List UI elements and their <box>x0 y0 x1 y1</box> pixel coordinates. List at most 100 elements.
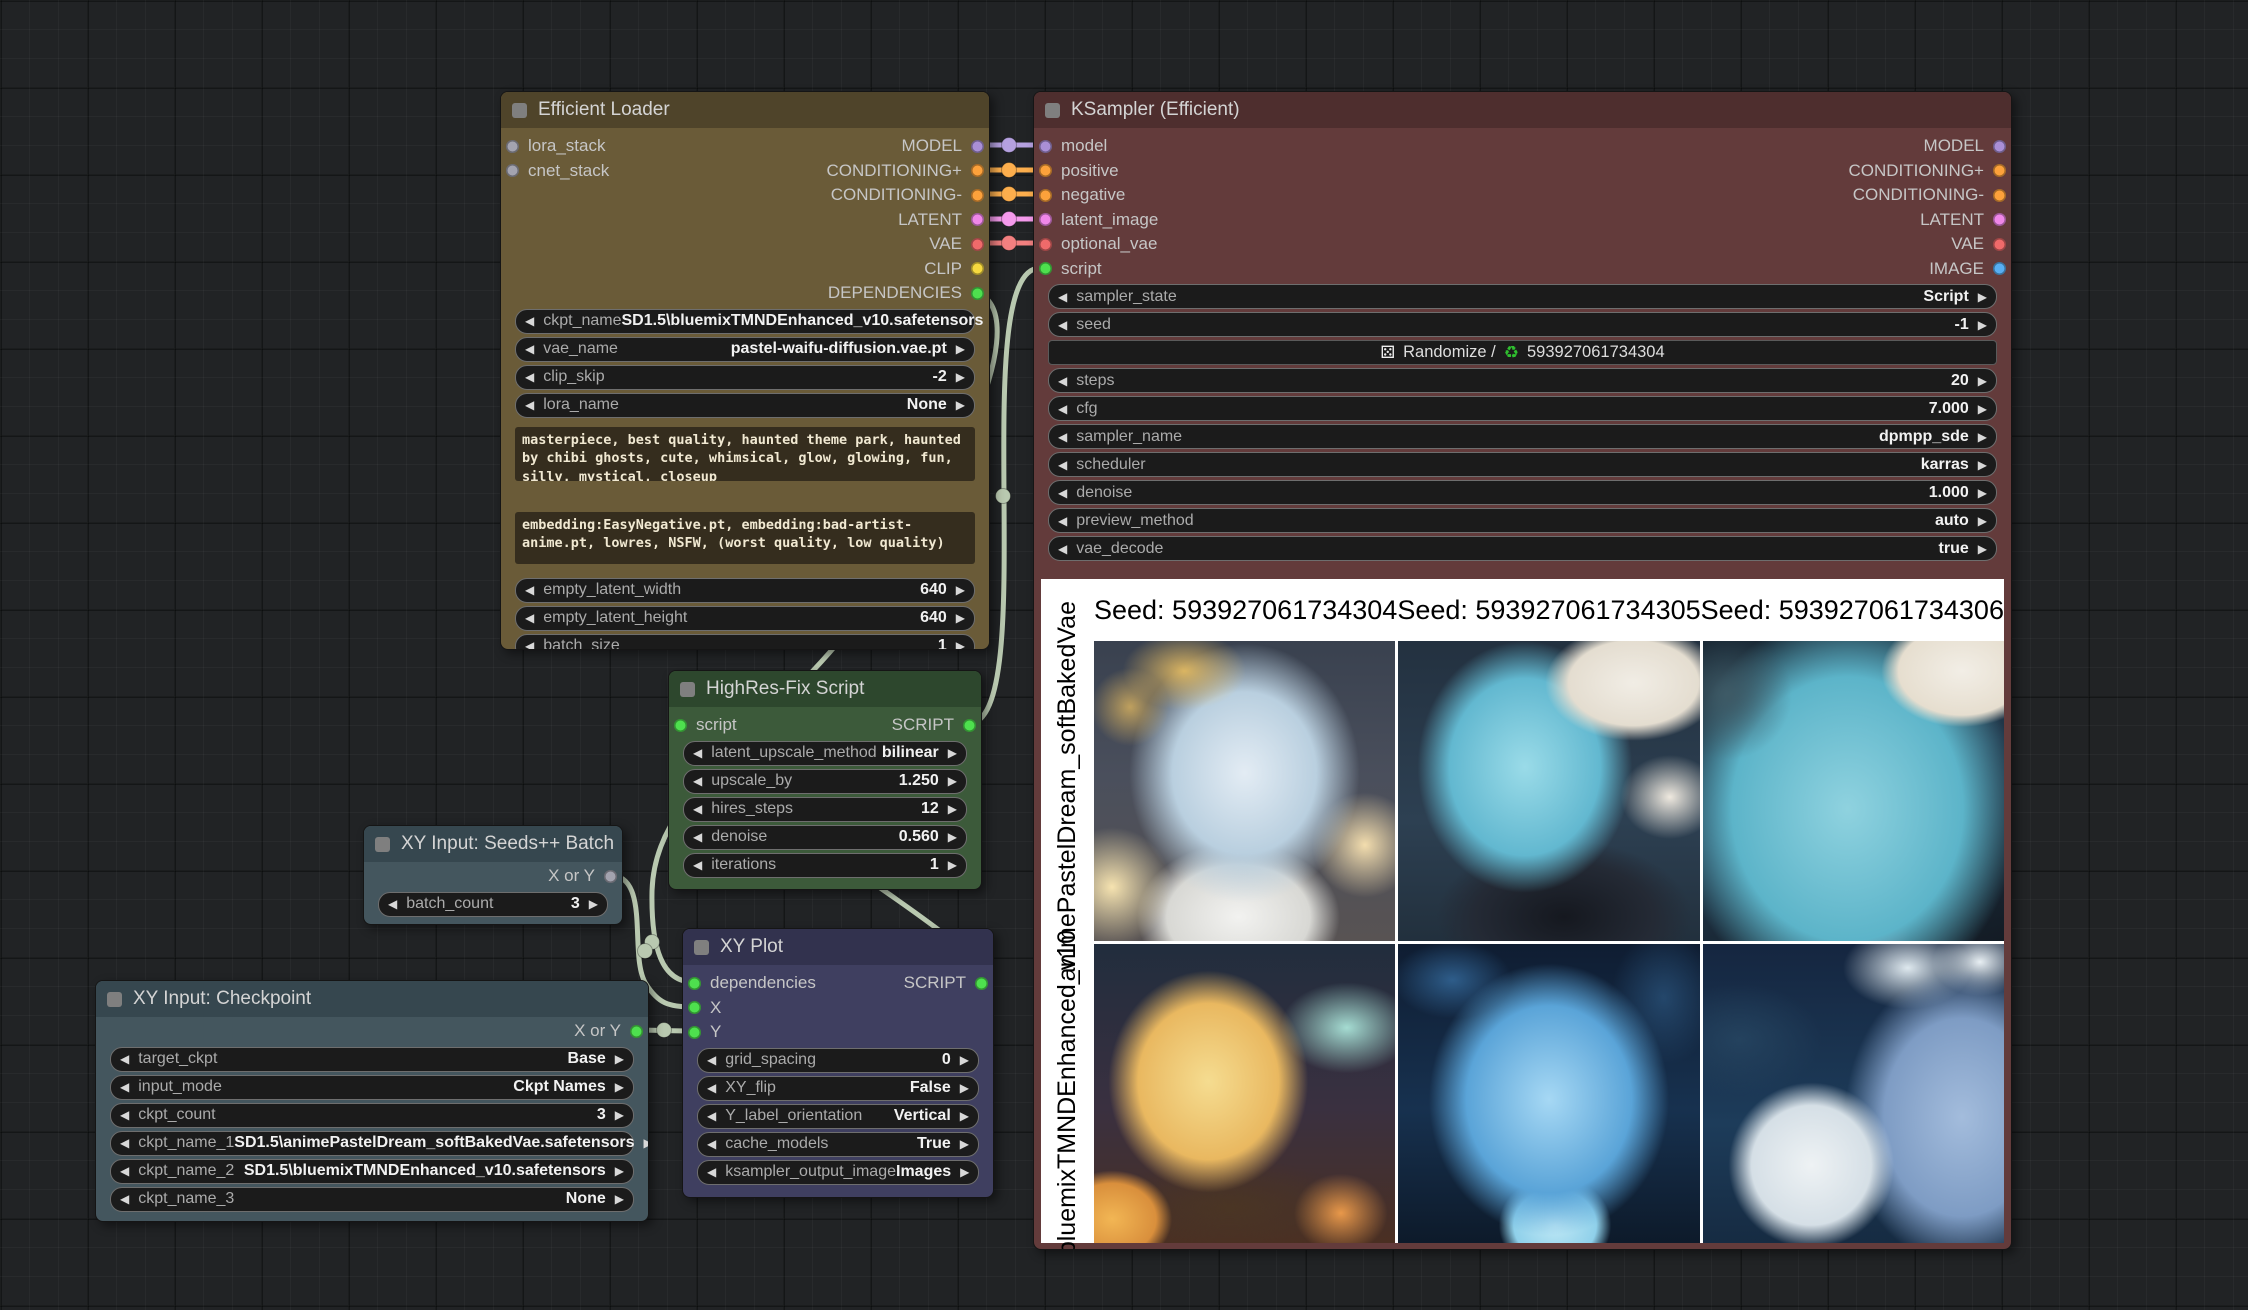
increment-arrow-icon[interactable]: ▶ <box>589 898 598 910</box>
decrement-arrow-icon[interactable]: ◀ <box>120 1137 129 1149</box>
increment-arrow-icon[interactable]: ▶ <box>1978 291 1987 303</box>
collapse-box-icon[interactable] <box>694 940 709 955</box>
increment-arrow-icon[interactable]: ▶ <box>948 803 957 815</box>
node-graph-canvas[interactable]: Efficient Loader lora_stack MODEL cnet_s… <box>0 0 2248 1310</box>
output-port-x-or-y[interactable]: X or Y <box>548 866 617 886</box>
port-dot[interactable] <box>971 140 984 153</box>
output-port-vae[interactable]: VAE <box>929 234 984 254</box>
port-dot[interactable] <box>971 262 984 275</box>
port-dot[interactable] <box>1039 213 1052 226</box>
port-dot[interactable] <box>971 164 984 177</box>
decrement-arrow-icon[interactable]: ◀ <box>120 1109 129 1121</box>
port-dot[interactable] <box>971 238 984 251</box>
decrement-arrow-icon[interactable]: ◀ <box>707 1054 716 1066</box>
output-port-vae[interactable]: VAE <box>1951 234 2006 254</box>
node-header[interactable]: XY Plot <box>683 929 993 965</box>
decrement-arrow-icon[interactable]: ◀ <box>1058 459 1067 471</box>
port-dot[interactable] <box>630 1025 643 1038</box>
node-header[interactable]: HighRes-Fix Script <box>669 671 981 707</box>
port-dot[interactable] <box>604 870 617 883</box>
input-port-optional-vae[interactable]: optional_vae <box>1039 234 1157 254</box>
increment-arrow-icon[interactable]: ▶ <box>960 1138 969 1150</box>
widget-ckpt-count[interactable]: ◀ckpt_count3▶ <box>110 1103 634 1128</box>
output-port-latent[interactable]: LATENT <box>898 210 984 230</box>
increment-arrow-icon[interactable]: ▶ <box>1978 403 1987 415</box>
decrement-arrow-icon[interactable]: ◀ <box>1058 291 1067 303</box>
collapse-box-icon[interactable] <box>375 837 390 852</box>
widget-scheduler[interactable]: ◀schedulerkarras▶ <box>1048 452 1997 477</box>
decrement-arrow-icon[interactable]: ◀ <box>120 1193 129 1205</box>
widget-ckpt-name[interactable]: ◀ckpt_nameSD1.5\bluemixTMNDEnhanced_v10.… <box>515 309 975 334</box>
widget-steps[interactable]: ◀steps20▶ <box>1048 368 1997 393</box>
widget-ckpt-name-3[interactable]: ◀ckpt_name_3None▶ <box>110 1187 634 1212</box>
increment-arrow-icon[interactable]: ▶ <box>1978 487 1987 499</box>
widget-batch-size[interactable]: ◀batch_size1▶ <box>515 634 975 651</box>
widget-clip-skip[interactable]: ◀clip_skip-2▶ <box>515 365 975 390</box>
decrement-arrow-icon[interactable]: ◀ <box>1058 375 1067 387</box>
widget-target-ckpt[interactable]: ◀target_ckptBase▶ <box>110 1047 634 1072</box>
increment-arrow-icon[interactable]: ▶ <box>948 831 957 843</box>
randomize-seed-button[interactable]: ⚄ Randomize / ♻ 593927061734304 <box>1048 340 1997 365</box>
widget-iterations[interactable]: ◀iterations1▶ <box>683 853 967 878</box>
widget-batch-count[interactable]: ◀batch_count3▶ <box>378 892 608 917</box>
decrement-arrow-icon[interactable]: ◀ <box>525 640 534 650</box>
decrement-arrow-icon[interactable]: ◀ <box>120 1081 129 1093</box>
input-port-dependencies[interactable]: dependencies <box>688 973 816 993</box>
port-dot[interactable] <box>1993 164 2006 177</box>
widget-hires-steps[interactable]: ◀hires_steps12▶ <box>683 797 967 822</box>
increment-arrow-icon[interactable]: ▶ <box>956 343 965 355</box>
increment-arrow-icon[interactable]: ▶ <box>1978 375 1987 387</box>
increment-arrow-icon[interactable]: ▶ <box>1978 543 1987 555</box>
port-dot[interactable] <box>1039 140 1052 153</box>
output-port-clip[interactable]: CLIP <box>924 259 984 279</box>
widget-empty-latent-height[interactable]: ◀empty_latent_height640▶ <box>515 606 975 631</box>
increment-arrow-icon[interactable]: ▶ <box>956 399 965 411</box>
widget-upscale-by[interactable]: ◀upscale_by1.250▶ <box>683 769 967 794</box>
widget-ckpt-name-1[interactable]: ◀ckpt_name_1SD1.5\animePastelDream_softB… <box>110 1131 634 1156</box>
decrement-arrow-icon[interactable]: ◀ <box>693 859 702 871</box>
node-xy-plot[interactable]: XY Plot dependencies SCRIPT X Y ◀grid_sp… <box>682 928 994 1198</box>
port-dot[interactable] <box>674 719 687 732</box>
widget-seed[interactable]: ◀seed-1▶ <box>1048 312 1997 337</box>
decrement-arrow-icon[interactable]: ◀ <box>525 315 534 327</box>
output-port-model[interactable]: MODEL <box>902 136 984 156</box>
node-header[interactable]: XY Input: Checkpoint <box>96 981 648 1017</box>
collapse-box-icon[interactable] <box>512 103 527 118</box>
increment-arrow-icon[interactable]: ▶ <box>615 1165 624 1177</box>
output-port-model[interactable]: MODEL <box>1924 136 2006 156</box>
widget-ksampler-output-image[interactable]: ◀ksampler_output_imageImages▶ <box>697 1160 979 1185</box>
widget-preview-method[interactable]: ◀preview_methodauto▶ <box>1048 508 1997 533</box>
increment-arrow-icon[interactable]: ▶ <box>1978 431 1987 443</box>
widget-latent-upscale-method[interactable]: ◀latent_upscale_methodbilinear▶ <box>683 741 967 766</box>
decrement-arrow-icon[interactable]: ◀ <box>693 747 702 759</box>
port-dot[interactable] <box>1039 238 1052 251</box>
decrement-arrow-icon[interactable]: ◀ <box>525 371 534 383</box>
increment-arrow-icon[interactable]: ▶ <box>960 1110 969 1122</box>
input-port-y[interactable]: Y <box>688 1022 721 1042</box>
node-header[interactable]: Efficient Loader <box>501 92 989 128</box>
input-port-script[interactable]: script <box>674 715 737 735</box>
port-dot[interactable] <box>1993 238 2006 251</box>
decrement-arrow-icon[interactable]: ◀ <box>1058 403 1067 415</box>
increment-arrow-icon[interactable]: ▶ <box>956 371 965 383</box>
widget-denoise[interactable]: ◀denoise1.000▶ <box>1048 480 1997 505</box>
increment-arrow-icon[interactable]: ▶ <box>956 612 965 624</box>
node-ksampler-efficient[interactable]: KSampler (Efficient) model MODEL positiv… <box>1033 91 2012 1250</box>
node-xy-input-checkpoint[interactable]: XY Input: Checkpoint X or Y ◀target_ckpt… <box>95 980 649 1222</box>
widget-cfg[interactable]: ◀cfg7.000▶ <box>1048 396 1997 421</box>
widget-y-label-orientation[interactable]: ◀Y_label_orientationVertical▶ <box>697 1104 979 1129</box>
output-port-conditioning-minus[interactable]: CONDITIONING- <box>831 185 984 205</box>
widget-grid-spacing[interactable]: ◀grid_spacing0▶ <box>697 1048 979 1073</box>
widget-vae-decode[interactable]: ◀vae_decodetrue▶ <box>1048 536 1997 561</box>
decrement-arrow-icon[interactable]: ◀ <box>525 343 534 355</box>
widget-xy-flip[interactable]: ◀XY_flipFalse▶ <box>697 1076 979 1101</box>
output-port-x-or-y[interactable]: X or Y <box>574 1021 643 1041</box>
widget-sampler-state[interactable]: ◀sampler_stateScript▶ <box>1048 284 1997 309</box>
widget-cache-models[interactable]: ◀cache_modelsTrue▶ <box>697 1132 979 1157</box>
increment-arrow-icon[interactable]: ▶ <box>960 1054 969 1066</box>
port-dot[interactable] <box>688 1001 701 1014</box>
increment-arrow-icon[interactable]: ▶ <box>644 1137 650 1149</box>
decrement-arrow-icon[interactable]: ◀ <box>525 584 534 596</box>
input-port-script[interactable]: script <box>1039 259 1102 279</box>
decrement-arrow-icon[interactable]: ◀ <box>1058 515 1067 527</box>
